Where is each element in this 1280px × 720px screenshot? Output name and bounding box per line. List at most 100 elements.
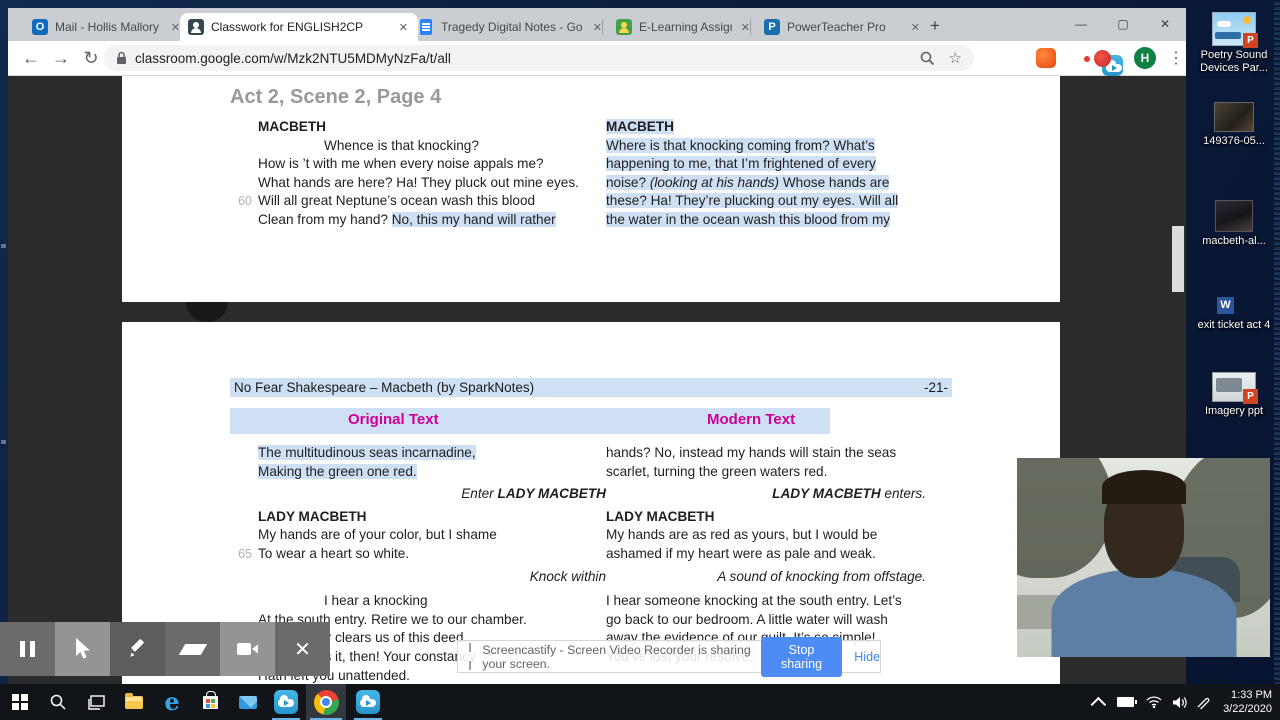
minimize-button[interactable]: — bbox=[1060, 8, 1102, 41]
video-camera-icon bbox=[236, 643, 258, 655]
stage-direction: Knock within bbox=[529, 568, 606, 584]
maximize-button[interactable]: ▢ bbox=[1102, 8, 1144, 41]
recording-extension-icon[interactable] bbox=[1094, 50, 1111, 67]
desktop-icon-exit-ticket[interactable]: W exit ticket act 4 bbox=[1190, 282, 1278, 332]
icon-label: exit ticket act 4 bbox=[1197, 319, 1271, 331]
window-controls: — ▢ ✕ bbox=[1060, 8, 1186, 41]
book-title: No Fear Shakespeare – Macbeth (by SparkN… bbox=[234, 380, 535, 395]
desktop-icon-149376[interactable]: 149376-05... bbox=[1190, 102, 1278, 148]
highlighter-tool-button[interactable] bbox=[165, 622, 220, 676]
orange-extension-icon[interactable] bbox=[1036, 48, 1056, 68]
tab-close-icon[interactable]: ✕ bbox=[909, 21, 922, 34]
page-number: -21- bbox=[923, 380, 948, 395]
powerpoint-file-icon: P bbox=[1212, 12, 1258, 48]
red-dot-badge bbox=[1084, 56, 1090, 62]
mail-icon bbox=[239, 695, 257, 709]
tab-title: PowerTeacher Pro bbox=[787, 20, 886, 34]
classroom-icon bbox=[188, 19, 204, 35]
tab-powerteacher[interactable]: P PowerTeacher Pro ✕ bbox=[756, 13, 930, 41]
chevron-up-icon bbox=[1090, 696, 1107, 712]
webcam-tool-button[interactable] bbox=[220, 622, 275, 676]
browser-menu-icon[interactable]: ⋮ bbox=[1168, 48, 1184, 68]
taskbar-search-button[interactable] bbox=[40, 684, 76, 720]
webcam-tree bbox=[1017, 458, 1113, 578]
url-text[interactable]: classroom.google.com/w/Mzk2NTU5MDMyNzFa/… bbox=[135, 51, 906, 66]
icon-label: macbeth-al... bbox=[1202, 235, 1266, 247]
tab-tragedy-notes[interactable]: Tragedy Digital Notes - Go ✕ bbox=[410, 13, 612, 41]
image-file-icon bbox=[1215, 200, 1253, 232]
cursor-tool-button[interactable] bbox=[55, 622, 110, 676]
new-tab-button[interactable]: + bbox=[930, 16, 940, 36]
clock-time: 1:33 PM bbox=[1231, 689, 1272, 701]
file-explorer-button[interactable] bbox=[116, 684, 152, 720]
mail-button[interactable] bbox=[230, 684, 266, 720]
modern-text-column: MACBETH Where is that knocking coming fr… bbox=[606, 119, 899, 227]
edge-icon: e bbox=[164, 687, 180, 716]
recorder-toolbar: ✕ bbox=[0, 622, 330, 676]
bookmark-star-icon[interactable]: ☆ bbox=[949, 49, 962, 67]
powerpoint-file-icon: P bbox=[1212, 372, 1258, 404]
scrollbar-thumb[interactable] bbox=[1172, 226, 1184, 292]
powerpoint-badge: P bbox=[1243, 33, 1258, 48]
back-button[interactable]: ← bbox=[16, 48, 46, 69]
word-badge: W bbox=[1217, 297, 1234, 314]
address-bar[interactable]: classroom.google.com/w/Mzk2NTU5MDMyNzFa/… bbox=[104, 45, 974, 71]
chrome-button[interactable] bbox=[306, 684, 346, 720]
clock-date: 3/22/2020 bbox=[1223, 703, 1272, 715]
forward-button[interactable]: → bbox=[46, 48, 76, 69]
highlighted-text: Making the green one red. bbox=[258, 463, 417, 479]
tab-divider bbox=[602, 19, 603, 35]
microsoft-store-button[interactable] bbox=[192, 684, 228, 720]
tab-close-icon[interactable]: ✕ bbox=[397, 21, 410, 34]
document-header: No Fear Shakespeare – Macbeth (by SparkN… bbox=[230, 378, 952, 397]
start-button[interactable] bbox=[2, 684, 38, 720]
original-text-column: MACBETH Whence is that knocking? How is … bbox=[238, 118, 606, 230]
tray-volume[interactable] bbox=[1172, 684, 1188, 720]
tab-divider bbox=[750, 19, 751, 35]
taskbar-clock[interactable]: 1:33 PM 3/22/2020 bbox=[1206, 684, 1276, 720]
zoom-icon[interactable] bbox=[920, 51, 935, 66]
tab-classwork[interactable]: Classwork for ENGLISH2CP ✕ bbox=[180, 13, 418, 41]
pause-button[interactable] bbox=[0, 622, 55, 676]
profile-avatar[interactable]: H bbox=[1134, 47, 1156, 69]
stage-direction: LADY MACBETH enters. bbox=[772, 486, 926, 502]
line-number: 60 bbox=[238, 194, 252, 209]
classroom-icon bbox=[616, 19, 632, 35]
powerteacher-icon: P bbox=[764, 19, 780, 35]
tray-chevron[interactable] bbox=[1090, 684, 1107, 720]
desktop-icon-macbeth[interactable]: macbeth-al... bbox=[1190, 200, 1278, 248]
browser-window: O Mail - Hollis Mallory - Outl ✕ Classwo… bbox=[8, 8, 1186, 684]
task-view-button[interactable] bbox=[78, 684, 114, 720]
tab-elearning[interactable]: E-Learning Assignment 1: 1 ✕ bbox=[608, 13, 760, 41]
taskbar: e 1:33 PM 3/22/2020 bbox=[0, 684, 1280, 720]
tray-battery[interactable] bbox=[1117, 684, 1137, 720]
tab-mail[interactable]: O Mail - Hollis Mallory - Outl ✕ bbox=[24, 13, 190, 41]
share-pause-icon bbox=[468, 639, 474, 675]
hide-button[interactable]: Hide bbox=[854, 650, 880, 664]
reload-button[interactable]: ↻ bbox=[76, 48, 106, 69]
stop-sharing-button[interactable]: Stop sharing bbox=[760, 636, 843, 677]
tab-title: Tragedy Digital Notes - Go bbox=[441, 20, 583, 34]
stage-direction: Enter LADY MACBETH bbox=[461, 486, 606, 502]
image-file-icon bbox=[1214, 102, 1254, 132]
line-number: 65 bbox=[238, 546, 252, 561]
desktop-icon-poetry-sound[interactable]: P Poetry Sound Devices Par... bbox=[1190, 12, 1278, 75]
pen-tool-button[interactable] bbox=[110, 622, 165, 676]
google-docs-icon bbox=[420, 19, 432, 35]
screencastify-app-button[interactable] bbox=[268, 684, 304, 720]
close-recorder-button[interactable]: ✕ bbox=[275, 622, 330, 676]
close-button[interactable]: ✕ bbox=[1144, 8, 1186, 41]
task-view-icon bbox=[87, 694, 105, 710]
screencastify-icon bbox=[356, 690, 380, 714]
tab-title: E-Learning Assignment 1: 1 bbox=[639, 20, 732, 34]
screencastify-app2-button[interactable] bbox=[350, 684, 386, 720]
edge-button[interactable]: e bbox=[154, 684, 190, 720]
folder-icon bbox=[125, 692, 143, 709]
screen-share-bar: Screencastify - Screen Video Recorder is… bbox=[457, 636, 881, 677]
tray-wifi[interactable] bbox=[1146, 684, 1162, 720]
desktop-edge-fragment bbox=[1, 244, 6, 248]
desktop-icon-imagery[interactable]: P Imagery ppt bbox=[1190, 372, 1278, 418]
highlighted-text: No, this my hand will rather bbox=[391, 211, 556, 227]
word-file-icon: W bbox=[1217, 282, 1251, 316]
share-message: Screencastify - Screen Video Recorder is… bbox=[482, 642, 751, 671]
